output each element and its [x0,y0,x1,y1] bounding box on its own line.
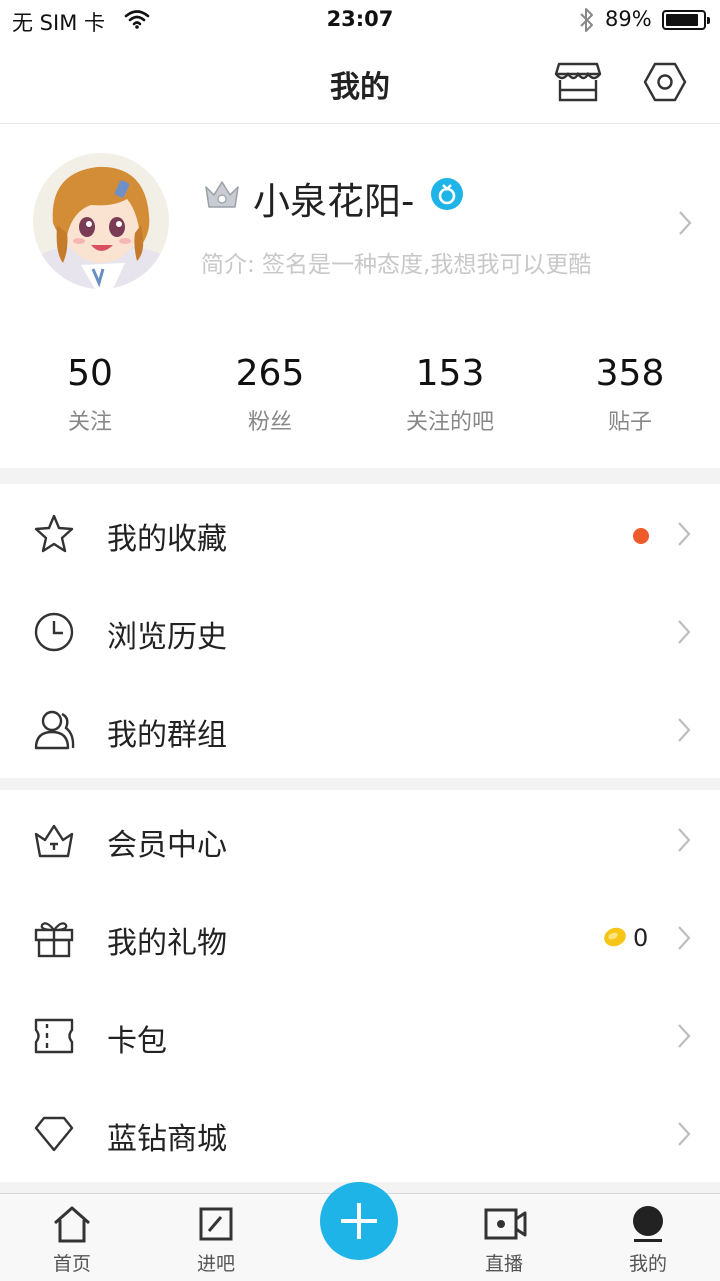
profile-circle-icon [628,1204,668,1244]
crown-badge-icon [203,177,241,215]
enter-bar-icon [196,1204,236,1244]
menu-item-gifts[interactable]: 我的礼物 0 [0,888,720,986]
navigation-bar: 我的 [0,40,720,124]
stat-posts[interactable]: 358 贴子 [540,350,720,450]
live-video-icon [484,1204,527,1244]
chevron-right-icon [676,618,692,650]
clock-icon [32,610,76,654]
settings-hexagon-icon[interactable] [641,60,689,104]
star-icon [32,512,76,556]
stat-value: 265 [235,353,305,394]
chevron-right-icon [676,520,692,552]
group-icon [32,708,76,752]
stat-following[interactable]: 50 关注 [0,350,180,450]
username: 小泉花阳- [253,180,415,223]
menu-label: 我的礼物 [107,926,227,961]
crown-icon [32,818,76,862]
status-bar: 无 SIM 卡 23:07 89% [0,0,720,40]
stat-label: 贴子 [607,410,652,435]
menu-item-vip-center[interactable]: 会员中心 [0,790,720,888]
profile-bio: 简介: 签名是一种态度,我想我可以更酷 [201,252,592,278]
menu-item-diamond-mall[interactable]: 蓝钻商城 [0,1084,720,1182]
avatar[interactable] [33,153,169,289]
tab-mine[interactable]: 我的 [603,1194,693,1281]
battery-level-fill [666,14,698,26]
tab-label: 首页 [52,1253,91,1275]
section-divider [0,468,720,484]
menu-label: 卡包 [107,1024,167,1059]
tab-enter-bar[interactable]: 进吧 [171,1194,261,1281]
stat-fans[interactable]: 265 粉丝 [180,350,360,450]
menu-item-favorites[interactable]: 我的收藏 [0,484,720,582]
tab-home[interactable]: 首页 [27,1194,117,1281]
stat-value: 50 [67,353,113,394]
chevron-right-icon [676,1022,692,1054]
battery-percent: 89% [605,7,652,31]
ticket-icon [32,1014,76,1058]
tab-label: 我的 [628,1253,667,1275]
add-post-button[interactable] [320,1182,398,1260]
battery-icon [662,10,710,30]
stat-label: 关注的吧 [405,410,494,435]
stat-value: 153 [415,353,485,394]
menu-item-card-wallet[interactable]: 卡包 [0,986,720,1084]
menu-label: 我的群组 [107,718,227,753]
tab-label: 直播 [484,1253,523,1275]
chevron-right-icon [676,924,692,956]
menu-label: 会员中心 [107,828,227,863]
menu-item-groups[interactable]: 我的群组 [0,680,720,778]
menu-item-history[interactable]: 浏览历史 [0,582,720,680]
home-icon [52,1204,92,1244]
stat-followed-bars[interactable]: 153 关注的吧 [360,350,540,450]
notification-dot [633,528,649,544]
chevron-right-icon [676,826,692,858]
menu-label: 浏览历史 [107,620,227,655]
section-divider [0,778,720,790]
profile-stats: 50 关注 265 粉丝 153 关注的吧 358 贴子 [0,350,720,450]
verified-badge-icon [430,177,464,215]
profile-card[interactable]: 小泉花阳- 简介: 签名是一种态度,我想我可以更酷 [0,125,720,325]
coin-icon [601,925,629,953]
chevron-right-icon [676,716,692,748]
chevron-right-icon [677,209,693,241]
stat-label: 粉丝 [247,410,292,435]
tab-label: 进吧 [196,1253,235,1275]
gift-count: 0 [633,924,649,952]
page-title: 我的 [330,70,390,105]
plus-icon [341,1203,377,1239]
gift-icon [32,916,76,960]
menu-label: 我的收藏 [107,522,227,557]
chevron-right-icon [676,1120,692,1152]
tab-live[interactable]: 直播 [459,1194,549,1281]
stat-value: 358 [595,353,665,394]
tab-bar: 首页 进吧 直播 我的 [0,1182,720,1281]
store-icon[interactable] [553,60,603,104]
bluetooth-icon [578,6,596,38]
stat-label: 关注 [67,410,112,435]
diamond-icon [32,1112,76,1156]
menu-label: 蓝钻商城 [107,1122,227,1157]
